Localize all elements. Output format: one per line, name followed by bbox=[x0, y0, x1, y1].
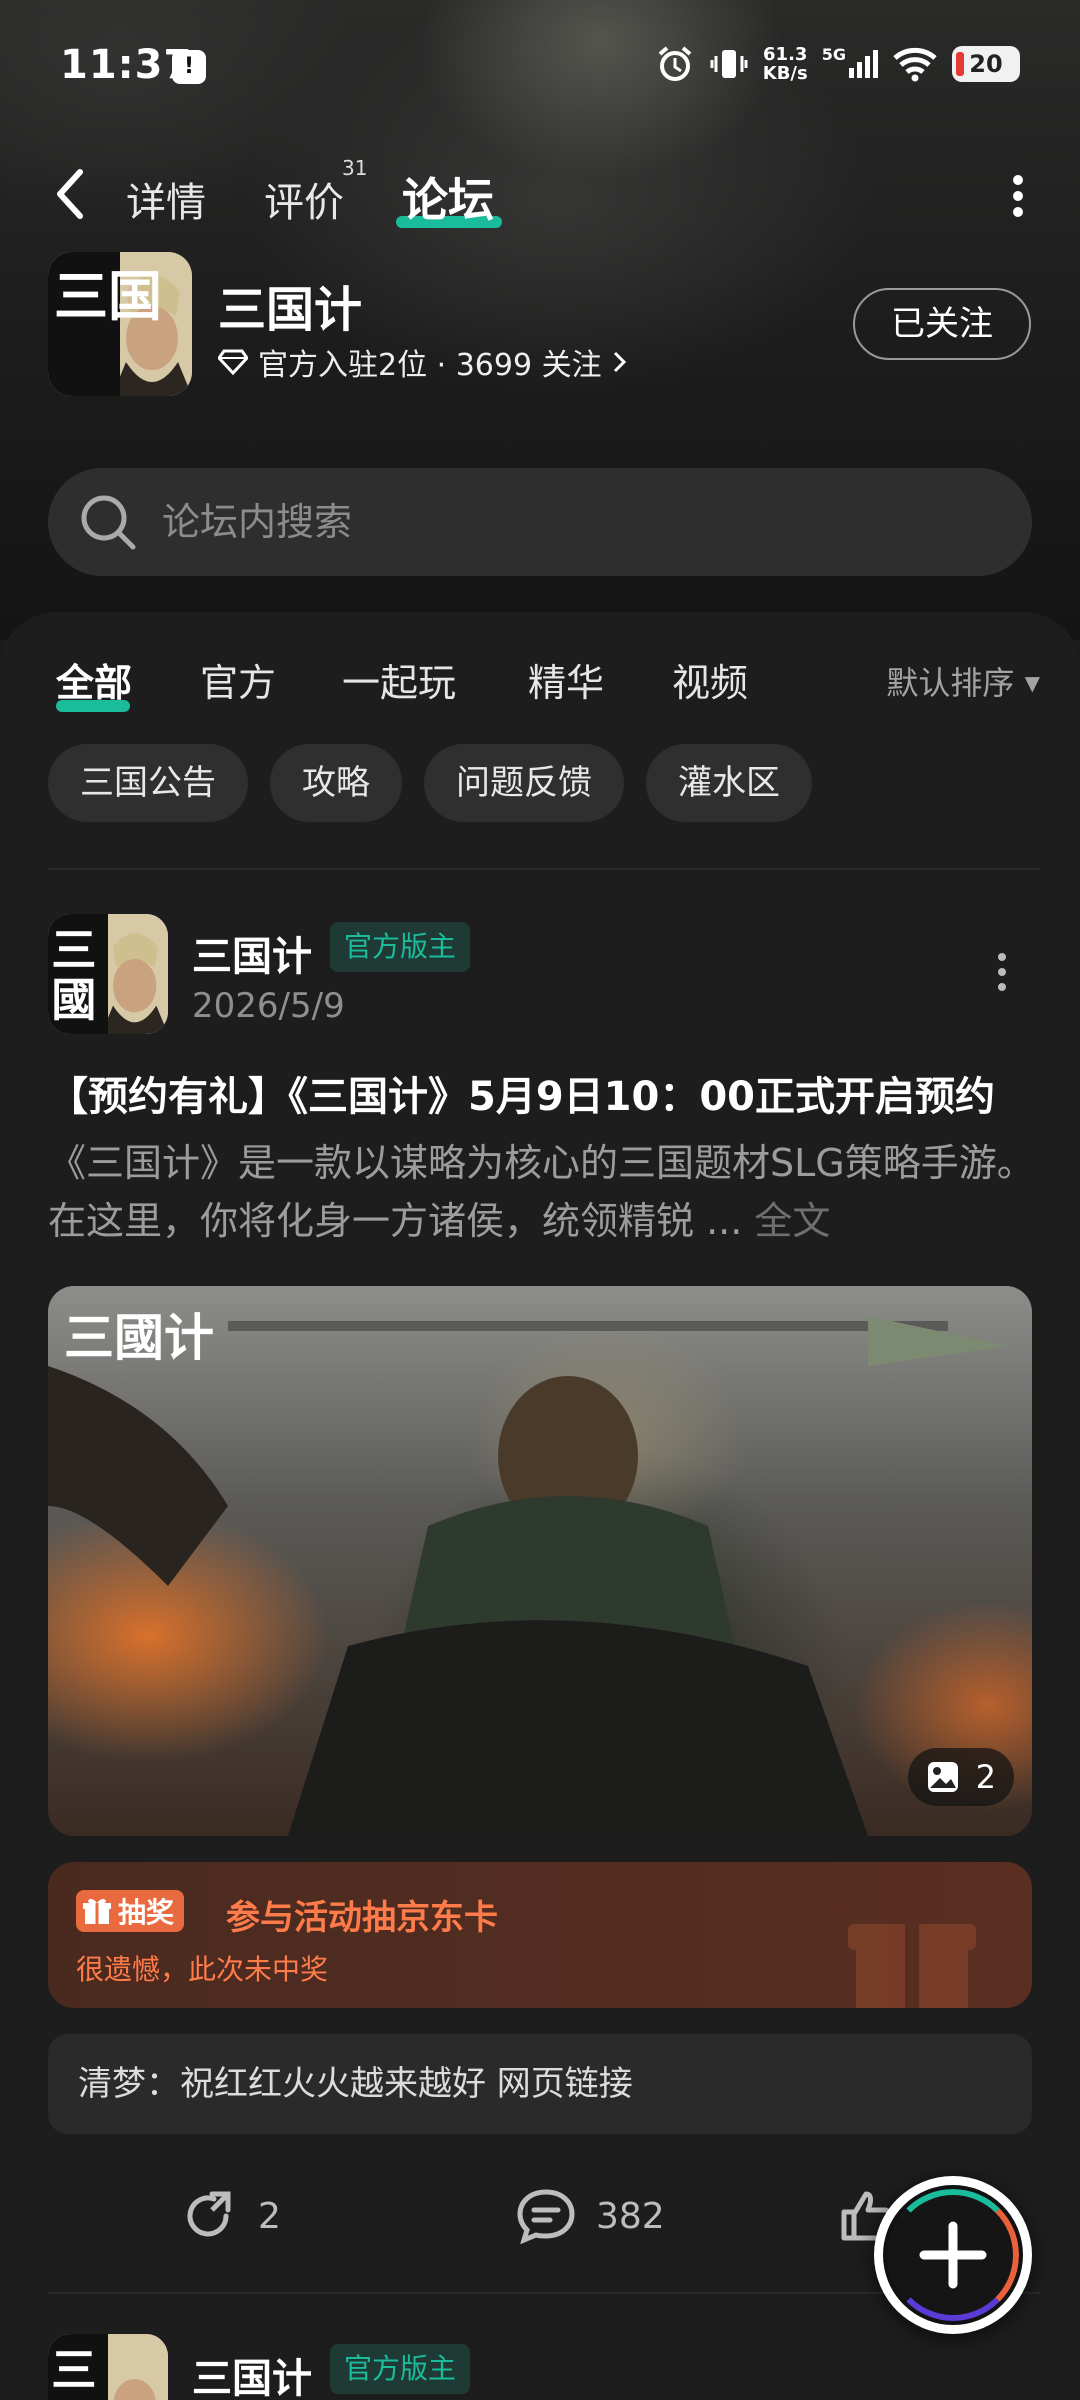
cellular-signal-icon: 5G bbox=[822, 45, 878, 78]
status-bar: 11:37 ! 61.3 KB/s 5G 20 bbox=[0, 40, 1080, 96]
category-tab-featured[interactable]: 精华 bbox=[528, 652, 604, 707]
network-speed: 61.3 KB/s bbox=[762, 44, 808, 84]
next-post-author-name[interactable]: 三国计 bbox=[192, 2346, 312, 2400]
category-tab-video[interactable]: 视频 bbox=[672, 652, 748, 707]
lottery-title: 参与活动抽京东卡 bbox=[226, 1898, 498, 1938]
comment-icon bbox=[517, 2189, 575, 2244]
avatar-art: 三 bbox=[48, 2334, 168, 2400]
tab-forum[interactable]: 论坛 bbox=[402, 164, 494, 230]
chip-guides[interactable]: 攻略 bbox=[270, 744, 402, 822]
next-post-badge: 官方版主 bbox=[330, 2344, 471, 2394]
back-arrow-icon[interactable] bbox=[50, 164, 90, 224]
app-logo-text: 三国 bbox=[54, 264, 162, 328]
top-tab-bar: 详情 评价 31 论坛 bbox=[0, 156, 1080, 230]
lottery-result: 很遗憾，此次未中奖 bbox=[76, 1953, 329, 1986]
diamond-icon bbox=[218, 349, 248, 375]
post-author-name[interactable]: 三国计 bbox=[192, 924, 312, 982]
category-tabs: 全部 官方 一起玩 精华 视频 默认排序 ▼ bbox=[0, 652, 1080, 722]
comment-button[interactable]: 382 bbox=[516, 2188, 665, 2244]
app-meta-text: 官方入驻2位 · 3699 关注 bbox=[258, 348, 602, 383]
create-post-fab[interactable] bbox=[874, 2176, 1032, 2334]
reviews-count: 31 bbox=[342, 156, 368, 180]
post-title[interactable]: 【预约有礼】《三国计》5月9日10：00正式开启预约 bbox=[48, 1064, 995, 1122]
post-author-avatar[interactable]: 三 國 bbox=[48, 914, 168, 1034]
chip-chat[interactable]: 灌水区 bbox=[646, 744, 812, 822]
image-game-logo: 三國计 bbox=[64, 1308, 214, 1367]
forum-content-sheet: 全部 官方 一起玩 精华 视频 默认排序 ▼ 三国公告 攻略 问题反馈 灌水区 … bbox=[0, 612, 1080, 2400]
read-full-link[interactable]: 全文 bbox=[754, 1199, 830, 1243]
post-author-avatar[interactable]: 三 bbox=[48, 2334, 168, 2400]
vibrate-icon bbox=[710, 50, 748, 78]
official-moderator-badge: 官方版主 bbox=[330, 922, 471, 972]
svg-text:國: 國 bbox=[51, 974, 96, 1027]
share-icon bbox=[187, 2191, 231, 2237]
app-logo[interactable]: 三国 bbox=[48, 252, 192, 396]
gallery-icon bbox=[927, 1762, 958, 1792]
topic-chips: 三国公告 攻略 问题反馈 灌水区 bbox=[48, 744, 812, 822]
search-icon bbox=[81, 495, 136, 550]
more-vertical-icon[interactable] bbox=[1012, 174, 1024, 218]
gift-icon bbox=[83, 1898, 111, 1924]
lottery-card[interactable]: 抽奖 参与活动抽京东卡 很遗憾，此次未中奖 bbox=[48, 1862, 1032, 2008]
chevron-right-icon bbox=[613, 351, 626, 373]
avatar-art: 三 國 bbox=[48, 914, 168, 1034]
category-tab-official[interactable]: 官方 bbox=[200, 652, 276, 707]
post-image[interactable]: 三國计 2 bbox=[48, 1286, 1032, 1836]
post-more-icon[interactable] bbox=[996, 952, 1008, 992]
post-body-text: 《三国计》是一款以谋略为核心的三国题材SLG策略手游。在这里，你将化身一方诸侯，… bbox=[48, 1141, 1035, 1243]
post-date: 2026/5/9 bbox=[192, 986, 345, 1026]
category-tab-play-together[interactable]: 一起玩 bbox=[342, 652, 456, 707]
post-body[interactable]: 《三国计》是一款以谋略为核心的三国题材SLG策略手游。在这里，你将化身一方诸侯，… bbox=[48, 1134, 1038, 1250]
comment-preview[interactable]: 清梦：祝红红火火越来越好 网页链接 bbox=[48, 2034, 1032, 2134]
sort-dropdown[interactable]: 默认排序 ▼ bbox=[886, 658, 1040, 704]
svg-text:三: 三 bbox=[51, 924, 96, 977]
caret-down-icon: ▼ bbox=[1024, 671, 1040, 695]
follow-button[interactable]: 已关注 bbox=[853, 288, 1031, 360]
tab-details[interactable]: 详情 bbox=[126, 170, 206, 228]
search-input[interactable] bbox=[162, 500, 962, 544]
status-icons: 61.3 KB/s 5G 20 bbox=[655, 44, 1020, 84]
fab-inner bbox=[883, 2185, 1023, 2325]
gift-watermark-icon bbox=[848, 1924, 976, 2008]
chip-feedback[interactable]: 问题反馈 bbox=[424, 744, 624, 822]
alarm-icon bbox=[658, 46, 692, 81]
svg-text:三: 三 bbox=[51, 2344, 96, 2397]
plus-icon bbox=[919, 2221, 987, 2289]
app-name: 三国计 bbox=[218, 282, 363, 338]
app-meta[interactable]: 官方入驻2位 · 3699 关注 bbox=[218, 340, 628, 384]
divider bbox=[48, 868, 1040, 870]
notification-icon: ! bbox=[172, 50, 206, 84]
category-tab-all[interactable]: 全部 bbox=[56, 652, 132, 707]
image-count-badge: 2 bbox=[907, 1748, 1014, 1806]
wifi-icon bbox=[893, 47, 937, 82]
lottery-tag: 抽奖 bbox=[76, 1890, 185, 1932]
share-button[interactable]: 2 bbox=[182, 2188, 281, 2244]
forum-search-bar[interactable] bbox=[48, 468, 1032, 576]
tab-reviews[interactable]: 评价 bbox=[264, 170, 344, 228]
battery-indicator: 20 bbox=[952, 46, 1020, 82]
chip-announcements[interactable]: 三国公告 bbox=[48, 744, 248, 822]
